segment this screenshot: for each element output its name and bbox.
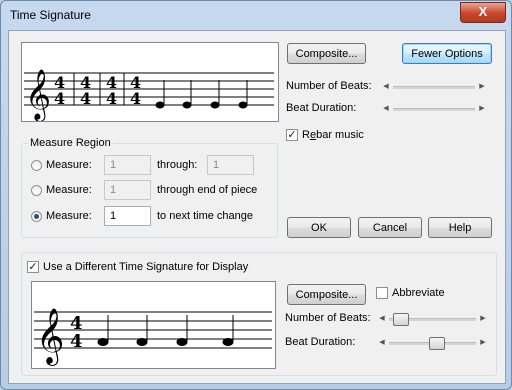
svg-text:4: 4 — [70, 331, 83, 352]
display-duration-label: Beat Duration: — [285, 336, 356, 348]
top-duration-slider[interactable]: ◀ ▶ — [381, 103, 487, 115]
measure-start-field[interactable]: 1 — [104, 155, 151, 175]
display-beats-thumb[interactable] — [393, 313, 409, 326]
svg-text:4: 4 — [80, 89, 91, 108]
top-staff-svg: 𝄞 44 44 44 44 — [24, 69, 274, 122]
slider-left-arrow-icon[interactable]: ◀ — [381, 81, 391, 93]
measure-to-next-label: Measure: — [46, 210, 92, 222]
measure-region-group: Measure Region Measure: 1 through: 1 Mea… — [21, 137, 278, 238]
slider-left-arrow-icon[interactable]: ◀ — [377, 337, 387, 349]
dialog-body: 𝄞 44 44 44 44 Composite... Fewer Options… — [8, 30, 506, 384]
abbreviate-label: Abbreviate — [392, 287, 445, 299]
slider-right-arrow-icon[interactable]: ▶ — [477, 103, 487, 115]
treble-clef-icon: 𝄞 — [25, 69, 51, 121]
measure-region-legend: Measure Region — [28, 137, 113, 149]
slider-left-arrow-icon[interactable]: ◀ — [381, 103, 391, 115]
composite-button-bottom[interactable]: Composite... — [287, 284, 366, 305]
display-staff-preview: 𝄞 44 — [31, 281, 276, 369]
close-button[interactable]: X — [460, 2, 506, 23]
measure-to-next-field[interactable]: 1 — [104, 206, 151, 226]
measure-to-end-radio[interactable] — [31, 185, 42, 196]
window-title: Time Signature — [10, 8, 91, 22]
measure-to-end-field[interactable]: 1 — [104, 180, 151, 200]
treble-clef-icon: 𝄞 — [36, 308, 64, 366]
dialog-window: Time Signature X 𝄞 44 44 44 44 Composite… — [0, 0, 512, 390]
display-beats-label: Number of Beats: — [285, 312, 371, 324]
top-beats-slider[interactable]: ◀ ▶ — [381, 81, 487, 93]
title-bar: Time Signature X — [1, 1, 511, 31]
display-duration-slider[interactable]: ◀ ▶ — [377, 337, 488, 350]
top-staff-preview: 𝄞 44 44 44 44 — [21, 42, 279, 122]
to-next-change-label: to next time change — [157, 210, 254, 222]
top-duration-label: Beat Duration: — [286, 102, 357, 114]
measure-range-radio[interactable] — [31, 160, 42, 171]
cancel-button[interactable]: Cancel — [358, 217, 422, 238]
svg-text:4: 4 — [106, 89, 117, 108]
fewer-options-button[interactable]: Fewer Options — [402, 43, 492, 64]
use-different-signature-checkbox[interactable]: ✓ — [27, 261, 39, 273]
through-end-label: through end of piece — [157, 184, 258, 196]
top-beats-label: Number of Beats: — [286, 80, 372, 92]
abbreviate-checkbox[interactable] — [376, 287, 388, 299]
display-staff-svg: 𝄞 44 — [34, 308, 272, 366]
rebar-music-checkbox[interactable]: ✓ — [286, 129, 298, 141]
help-button[interactable]: Help — [428, 217, 492, 238]
slider-right-arrow-icon[interactable]: ▶ — [478, 313, 488, 325]
display-beats-slider[interactable]: ◀ ▶ — [377, 313, 488, 326]
display-signature-group: ✓ Use a Different Time Signature for Dis… — [21, 252, 497, 376]
svg-text:4: 4 — [130, 89, 141, 108]
use-different-signature-label: Use a Different Time Signature for Displ… — [43, 261, 249, 273]
measure-to-end-label: Measure: — [46, 184, 92, 196]
measure-to-next-radio[interactable] — [31, 211, 42, 222]
slider-left-arrow-icon[interactable]: ◀ — [377, 313, 387, 325]
through-label: through: — [157, 159, 198, 171]
measure-range-label: Measure: — [46, 159, 92, 171]
rebar-music-label: Rebar music — [302, 129, 364, 141]
slider-right-arrow-icon[interactable]: ▶ — [477, 81, 487, 93]
slider-right-arrow-icon[interactable]: ▶ — [478, 337, 488, 349]
measure-end-field[interactable]: 1 — [207, 155, 254, 175]
ok-button[interactable]: OK — [287, 217, 351, 238]
display-duration-thumb[interactable] — [429, 337, 445, 350]
svg-text:4: 4 — [54, 89, 65, 108]
composite-button-top[interactable]: Composite... — [287, 43, 366, 64]
